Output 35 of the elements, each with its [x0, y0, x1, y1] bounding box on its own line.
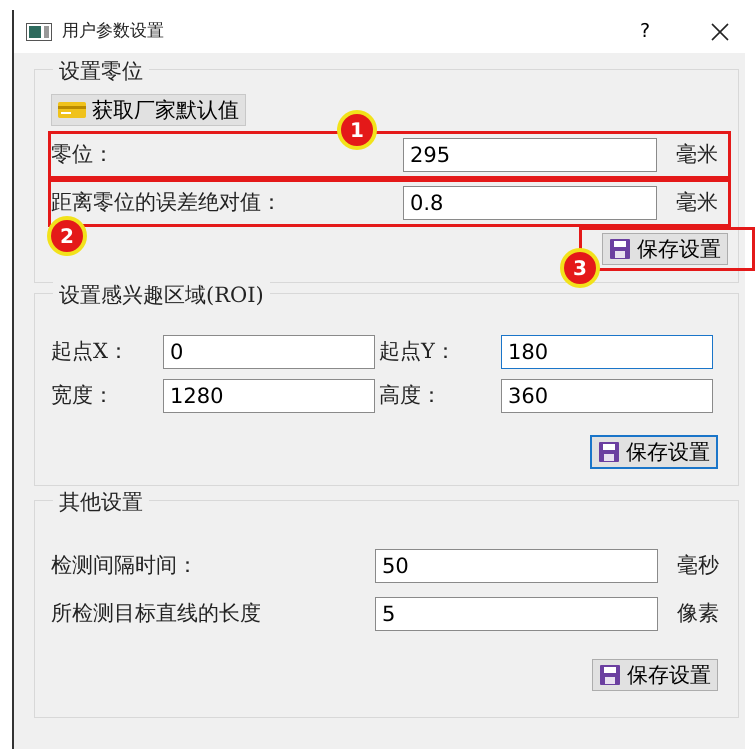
input-field[interactable]: 0.8 [403, 186, 657, 220]
save-icon [598, 441, 620, 463]
window-title: 用户参数设置 [62, 20, 164, 43]
factory-default-button[interactable]: 获取厂家默认值 [51, 94, 246, 126]
field-label: 所检测目标直线的长度 [51, 600, 262, 627]
input-field[interactable]: 360 [501, 379, 713, 413]
field-label: 起点X： [51, 338, 130, 366]
save-button[interactable]: 保存设置 [592, 658, 718, 690]
card-icon [58, 102, 86, 118]
input-field[interactable]: 5 [375, 596, 658, 630]
field-label: 零位： [51, 140, 115, 168]
save-button[interactable]: 保存设置 [590, 435, 718, 469]
save-icon [609, 238, 631, 260]
input-field[interactable]: 295 [403, 138, 657, 172]
save-icon [599, 664, 621, 686]
input-field[interactable]: 50 [375, 548, 658, 582]
field-label: 距离零位的误差绝对值： [51, 188, 283, 216]
field-label: 检测间隔时间： [51, 552, 199, 579]
save-button[interactable]: 保存设置 [602, 232, 728, 264]
field-label: 宽度： [51, 382, 115, 410]
unit-label: 毫米 [675, 188, 719, 216]
window-icon [26, 22, 52, 40]
close-icon [710, 22, 730, 42]
input-field[interactable]: 0 [163, 335, 375, 369]
callout-marker: 2 [47, 216, 87, 256]
unit-label: 毫米 [675, 140, 719, 168]
unit-label: 毫秒 [676, 552, 720, 579]
input-field[interactable]: 180 [501, 335, 713, 369]
callout-marker: 1 [337, 110, 377, 150]
field-label: 高度： [379, 382, 443, 410]
help-button[interactable]: ? [625, 17, 665, 46]
input-field[interactable]: 1280 [163, 379, 375, 413]
field-label: 起点Y： [379, 338, 457, 366]
callout-marker: 3 [560, 248, 600, 288]
unit-label: 像素 [676, 600, 720, 627]
